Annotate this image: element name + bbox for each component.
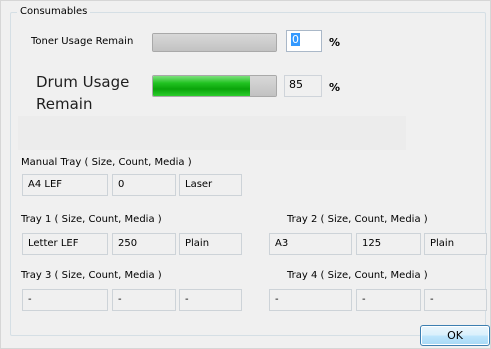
- tray3-label: Tray 3 ( Size, Count, Media ): [21, 270, 162, 281]
- tray3-media-field: -: [179, 289, 242, 311]
- manual-tray-label: Manual Tray ( Size, Count, Media ): [21, 157, 192, 168]
- manual-tray-media-field: Laser: [179, 174, 242, 196]
- drum-usage-label-line1: Drum Usage: [36, 73, 130, 91]
- drum-usage-label-line2: Remain: [36, 95, 93, 113]
- tray2-media-field: Plain: [424, 233, 487, 255]
- drum-percent-value: 85: [289, 78, 303, 91]
- tray1-media-field: Plain: [179, 233, 242, 255]
- tray4-size-field: -: [269, 289, 352, 311]
- blank-panel: [18, 116, 406, 150]
- toner-percent-field[interactable]: 0: [286, 30, 322, 52]
- toner-percent-value: 0: [291, 33, 300, 46]
- tray4-count-field: -: [356, 289, 421, 311]
- tray2-size-field: A3: [269, 233, 352, 255]
- tray2-label: Tray 2 ( Size, Count, Media ): [287, 214, 428, 225]
- tray3-size-field: -: [22, 289, 108, 311]
- tray3-count-field: -: [112, 289, 176, 311]
- toner-usage-label: Toner Usage Remain: [31, 36, 134, 47]
- ok-button[interactable]: OK: [420, 325, 490, 346]
- consumables-dialog: Consumables Toner Usage Remain 0 % Drum …: [0, 0, 491, 349]
- tray1-size-field: Letter LEF: [22, 233, 108, 255]
- manual-tray-count-field: 0: [112, 174, 176, 196]
- tray1-count-field: 250: [112, 233, 176, 255]
- drum-progress-fill: [153, 76, 251, 96]
- toner-progress-empty: [153, 34, 276, 51]
- drum-percent-field: 85: [284, 75, 322, 97]
- consumables-group-title: Consumables: [17, 5, 91, 19]
- toner-percent-unit: %: [329, 36, 341, 49]
- tray4-media-field: -: [424, 289, 487, 311]
- tray2-count-field: 125: [356, 233, 421, 255]
- drum-progress-bar: [152, 75, 277, 97]
- manual-tray-size-field: A4 LEF: [22, 174, 108, 196]
- tray1-label: Tray 1 ( Size, Count, Media ): [21, 214, 162, 225]
- toner-progress-bar: [152, 33, 277, 52]
- drum-progress-empty: [250, 76, 276, 96]
- tray4-label: Tray 4 ( Size, Count, Media ): [287, 270, 428, 281]
- drum-percent-unit: %: [329, 81, 341, 94]
